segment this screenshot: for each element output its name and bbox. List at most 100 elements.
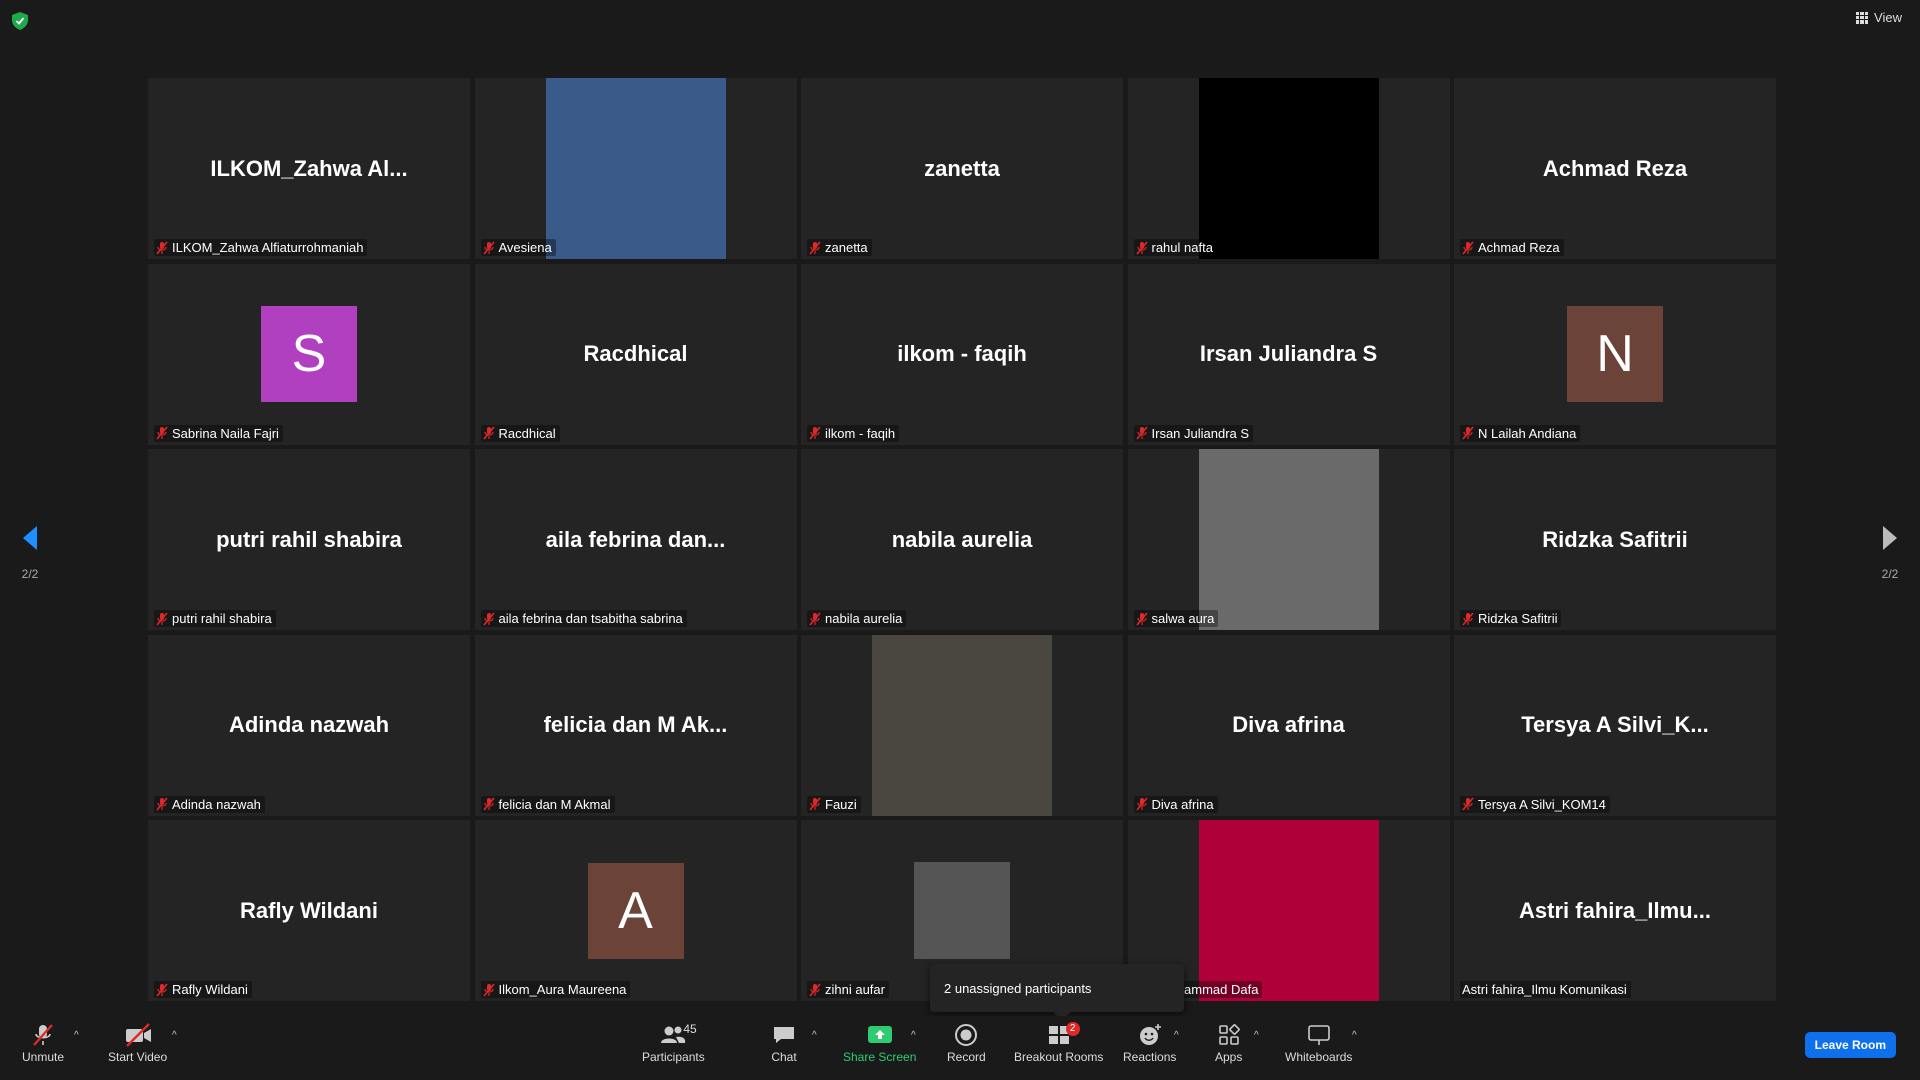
participant-name: N Lailah Andiana	[1478, 425, 1577, 441]
record-button[interactable]: Record	[947, 1020, 986, 1064]
participant-tile[interactable]: A Ilkom_Aura Maureena	[474, 820, 797, 1001]
participant-tile[interactable]: Fauzi	[801, 634, 1123, 816]
participant-display-name: Adinda nazwah	[228, 712, 390, 737]
participant-tile[interactable]: zanetta zanetta	[801, 78, 1123, 259]
participant-tile[interactable]: Irsan Juliandra S Irsan Juliandra S	[1127, 263, 1450, 445]
reactions-icon	[1139, 1024, 1161, 1045]
participant-tile[interactable]: Tersya A Silvi_K... Tersya A Silvi_KOM14	[1454, 634, 1776, 816]
participant-name-label: rahul nafta	[1133, 239, 1217, 256]
participant-video	[1198, 449, 1379, 630]
participant-tile[interactable]: ILKOM_Zahwa Al... ILKOM_Zahwa Alfiaturroh…	[148, 78, 470, 259]
whiteboard-icon	[1307, 1025, 1330, 1045]
participant-name-label: N Lailah Andiana	[1460, 424, 1581, 442]
share-screen-button[interactable]: Share Screen	[843, 1020, 916, 1064]
participants-label: Participants	[642, 1050, 705, 1064]
chat-button[interactable]: Chat	[771, 1020, 797, 1064]
participant-display-name: ilkom - faqih	[897, 341, 1027, 366]
mic-muted-icon	[156, 426, 168, 440]
participant-name-label: zihni aufar	[807, 981, 889, 998]
record-label: Record	[947, 1050, 986, 1064]
mic-muted-icon	[809, 611, 821, 626]
participant-tile[interactable]: N N Lailah Andiana	[1454, 263, 1776, 445]
participant-tile[interactable]: nabila aurelia nabila aurelia	[801, 449, 1123, 630]
whiteboards-button[interactable]: Whiteboards	[1285, 1020, 1352, 1064]
leave-room-button[interactable]: Leave Room	[1804, 1032, 1896, 1058]
participant-tile[interactable]: rahul nafta	[1127, 78, 1450, 259]
page-indicator-right: 2/2	[1881, 567, 1899, 581]
participant-name: Irsan Juliandra S	[1151, 425, 1250, 441]
mic-muted-icon	[482, 982, 495, 997]
next-page-button[interactable]: 2/2	[1870, 524, 1910, 581]
participant-tile[interactable]: salwa aura	[1127, 449, 1450, 630]
participant-tile[interactable]: Avesiena	[474, 78, 797, 259]
whiteboards-options-caret[interactable]: ^	[1352, 1030, 1357, 1041]
prev-page-button[interactable]: 2/2	[10, 524, 50, 581]
breakout-rooms-button[interactable]: 2 Breakout Rooms	[1014, 1020, 1103, 1064]
participant-name-label: Achmad Reza	[1460, 239, 1564, 256]
unmute-button[interactable]: Unmute	[22, 1020, 64, 1064]
participant-name-label: Ridzka Safitrii	[1460, 610, 1562, 627]
arrow-left-icon	[23, 526, 37, 550]
participant-tile[interactable]: felicia dan M Ak... felicia dan M Akmal	[474, 634, 797, 816]
reactions-button[interactable]: Reactions	[1123, 1020, 1176, 1064]
share-options-caret[interactable]: ^	[911, 1030, 916, 1041]
participant-name: rahul nafta	[1151, 240, 1213, 255]
participant-name-label: salwa aura	[1133, 610, 1219, 627]
breakout-badge: 2	[1065, 1022, 1080, 1036]
mic-muted-icon	[809, 982, 821, 997]
participant-tile[interactable]: Diva afrina Diva afrina	[1127, 634, 1450, 816]
participant-tile[interactable]: S Sabrina Naila Fajri	[148, 263, 470, 445]
participant-tile[interactable]: Adinda nazwah Adinda nazwah	[148, 634, 470, 816]
participant-name: putri rahil shabira	[172, 611, 272, 626]
participant-tile[interactable]: aila febrina dan... aila febrina dan tsab…	[474, 449, 797, 630]
participants-button[interactable]: 45 Participants	[642, 1020, 705, 1064]
participant-name-label: zanetta	[807, 239, 872, 256]
participant-display-name: Achmad Reza	[1542, 155, 1688, 181]
participant-name-label: Diva afrina	[1133, 795, 1218, 813]
start-video-button[interactable]: Start Video	[108, 1020, 167, 1064]
participant-tile[interactable]: ilkom - faqih ilkom - faqih	[801, 263, 1123, 445]
chat-icon	[774, 1027, 794, 1043]
participant-display-name: Tersya A Silvi_K...	[1521, 712, 1709, 737]
participant-tile[interactable]: Astri fahira_Ilmu... Astri fahira_Ilmu Ko…	[1454, 820, 1776, 1001]
video-options-caret[interactable]: ^	[172, 1030, 177, 1041]
participant-display-name: aila febrina dan...	[545, 526, 726, 552]
participant-name: Achmad Reza	[1478, 240, 1560, 255]
participant-tile[interactable]: Racdhical Racdhical	[474, 263, 797, 445]
reactions-label: Reactions	[1123, 1050, 1177, 1064]
grid-view-icon	[1856, 11, 1869, 24]
participant-name-label: Avesiena	[480, 239, 556, 256]
mic-muted-icon	[809, 797, 821, 811]
participant-name: Tersya A Silvi_KOM14	[1478, 796, 1606, 812]
participant-tile[interactable]: Rafly Wildani Rafly Wildani	[148, 820, 470, 1001]
unassigned-participants-tooltip[interactable]: 2 unassigned participants	[930, 964, 1184, 1012]
view-button[interactable]: View	[1856, 10, 1902, 25]
participant-display-name: Racdhical	[583, 341, 688, 366]
participant-tile[interactable]: Achmad Reza Achmad Reza	[1454, 78, 1776, 259]
participant-avatar: S	[261, 306, 357, 402]
mic-muted-icon	[156, 611, 168, 626]
participant-display-name: Diva afrina	[1232, 712, 1345, 737]
chat-options-caret[interactable]: ^	[812, 1030, 817, 1041]
participant-tile[interactable]: Ridzka Safitrii Ridzka Safitrii	[1454, 449, 1776, 630]
participant-name-label: Rafly Wildani	[154, 981, 252, 998]
share-screen-label: Share Screen	[843, 1050, 917, 1064]
participant-video	[872, 634, 1052, 816]
participant-name: Rafly Wildani	[172, 982, 248, 997]
apps-button[interactable]: Apps	[1215, 1020, 1242, 1064]
shield-icon	[12, 12, 28, 30]
participant-avatar: N	[1567, 306, 1663, 402]
participant-name: Sabrina Naila Fajri	[172, 425, 279, 441]
participant-name-label: aila febrina dan tsabitha sabrina	[480, 610, 687, 627]
participant-video	[545, 78, 726, 259]
participant-display-name: zanetta	[924, 155, 1000, 181]
video-off-icon	[125, 1023, 151, 1047]
participant-display-name: putri rahil shabira	[216, 526, 402, 552]
participant-tile[interactable]: putri rahil shabira putri rahil shabira	[148, 449, 470, 630]
audio-options-caret[interactable]: ^	[74, 1030, 79, 1041]
participant-avatar: A	[587, 862, 684, 959]
apps-options-caret[interactable]: ^	[1254, 1030, 1259, 1041]
participant-name-label: Racdhical	[480, 424, 560, 442]
participant-display-name: Ridzka Safitrii	[1542, 526, 1688, 552]
reactions-options-caret[interactable]: ^	[1174, 1030, 1179, 1041]
